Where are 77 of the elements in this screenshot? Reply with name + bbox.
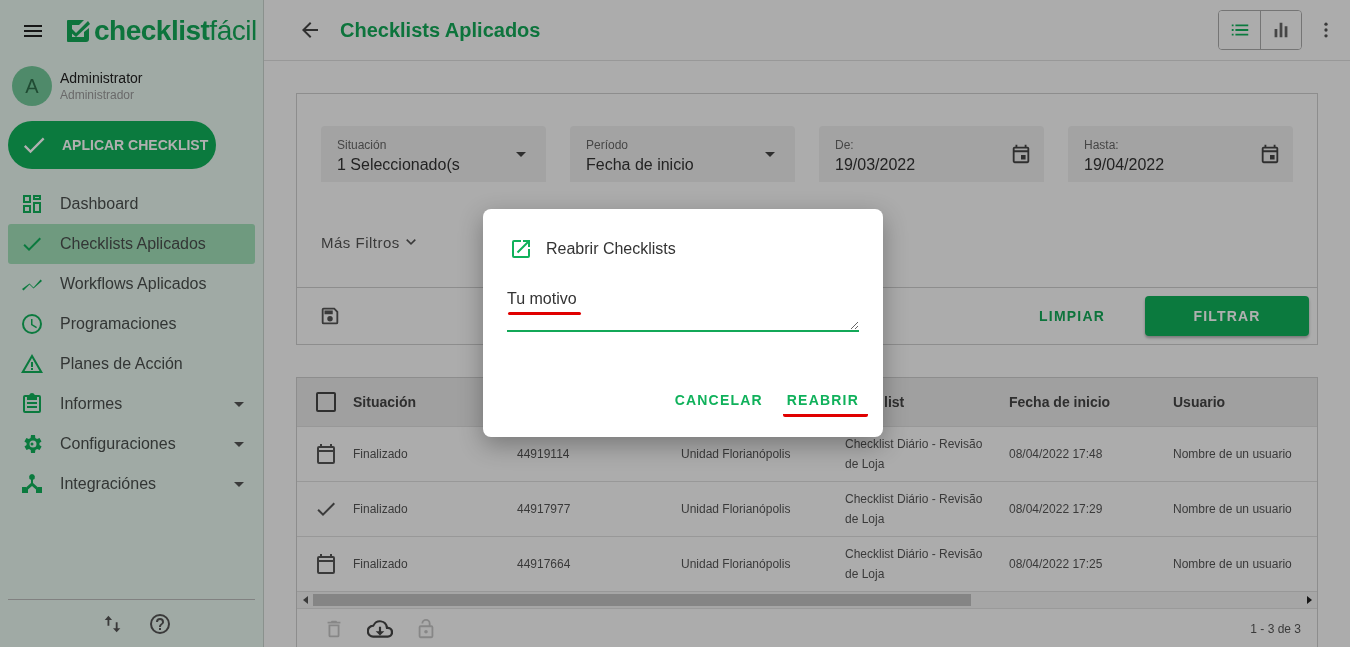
table-cell: Checklist Diário - Revisão de Loja: [845, 547, 983, 582]
nav-item[interactable]: Dashboard: [8, 184, 255, 224]
clipboard-icon: [20, 392, 44, 416]
field-label: Situación: [337, 137, 388, 152]
page-title: Checklists Aplicados: [340, 18, 542, 42]
warning-icon: [20, 352, 44, 376]
table-cell: 44917664: [517, 557, 571, 572]
table-cell: Finalizado: [353, 447, 408, 462]
nav-item[interactable]: Informes: [8, 384, 255, 424]
field-value: 19/04/2022: [1084, 155, 1165, 174]
logo-icon: [65, 18, 91, 44]
table-cell: Unidad Florianópolis: [681, 447, 791, 462]
field-label: De:: [835, 137, 855, 152]
table-cell: Finalizado: [353, 502, 408, 517]
caret-down-icon: [234, 481, 244, 487]
nav-item[interactable]: Workflows Aplicados: [8, 264, 255, 304]
help-icon[interactable]: [147, 611, 172, 636]
nav-item[interactable]: Integraciónes: [8, 464, 255, 504]
open-external-icon: [509, 237, 533, 261]
cancel-button[interactable]: CANCELAR: [670, 386, 772, 417]
logo-text: checklistfácil: [94, 15, 257, 47]
dialog-title: Reabrir Checklists: [546, 240, 676, 258]
table-cell: 08/04/2022 17:48: [1009, 447, 1103, 462]
field-value: 1 Seleccionado(s: [337, 155, 460, 174]
table-cell: Unidad Florianópolis: [681, 557, 791, 572]
clock-icon: [20, 312, 44, 336]
user-avatar: A: [12, 66, 52, 106]
table-cell: Checklist Diário - Revisão de Loja: [845, 492, 983, 527]
caret-down-icon: [234, 441, 244, 447]
field-label: Período: [586, 137, 630, 152]
table-cell: Unidad Florianópolis: [681, 502, 791, 517]
table-cell: 44917977: [517, 502, 571, 517]
network-icon: [20, 472, 44, 496]
calendar-icon: [1010, 143, 1032, 166]
dashboard-icon: [20, 192, 44, 216]
column-header[interactable]: Fecha de inicio: [1009, 394, 1111, 411]
scroll-left-arrow-icon[interactable]: [303, 596, 308, 605]
chevron-down-icon: [405, 239, 416, 246]
column-header[interactable]: Usuario: [1173, 394, 1226, 411]
column-header[interactable]: list: [884, 394, 905, 411]
user-role: Administrador: [60, 88, 136, 102]
nav-item[interactable]: Configuraciones: [8, 424, 255, 464]
table-cell: Nombre de un usuario: [1173, 447, 1292, 462]
table-cell: Nombre de un usuario: [1173, 557, 1292, 572]
calendar-icon: [314, 442, 338, 467]
view-toggle[interactable]: [1260, 11, 1301, 50]
nav-item[interactable]: Checklists Aplicados: [8, 224, 255, 264]
column-header[interactable]: Situación: [353, 394, 416, 411]
caret-down-icon: [234, 401, 244, 407]
date-field[interactable]: De: 19/03/2022: [819, 126, 1044, 183]
table-cell: 08/04/2022 17:25: [1009, 557, 1103, 572]
horizontal-scrollbar[interactable]: [297, 591, 1317, 609]
select-all-checkbox[interactable]: [316, 392, 336, 413]
user-name: Administrator: [60, 70, 143, 86]
table-cell: Checklist Diário - Revisão de Loja: [845, 437, 983, 472]
nav-item[interactable]: Programaciones: [8, 304, 255, 344]
table-cell: Nombre de un usuario: [1173, 502, 1292, 517]
reason-field[interactable]: Tu motivo: [507, 290, 859, 332]
date-field[interactable]: Hasta: 19/04/2022: [1068, 126, 1293, 183]
nav-item[interactable]: Planes de Acción: [8, 344, 255, 384]
select-field[interactable]: Período Fecha de inicio: [570, 126, 795, 183]
table-cell: 44919114: [517, 447, 570, 462]
field-value: 19/03/2022: [835, 155, 916, 174]
dropdown-caret-icon: [516, 151, 526, 157]
field-label: Hasta:: [1084, 137, 1120, 152]
more-filters-toggle[interactable]: Más Filtros: [321, 230, 416, 255]
table-cell: 08/04/2022 17:29: [1009, 502, 1103, 517]
clear-button[interactable]: LIMPIAR: [1031, 300, 1113, 333]
field-value: Fecha de inicio: [586, 155, 694, 174]
calendar-icon: [1259, 143, 1281, 166]
calendar-icon: [314, 552, 338, 577]
table-cell: Finalizado: [353, 557, 408, 572]
dropdown-caret-icon: [765, 151, 775, 157]
scroll-right-arrow-icon[interactable]: [1307, 596, 1312, 605]
reopen-button[interactable]: REABRIR: [782, 386, 868, 417]
select-field[interactable]: Situación 1 Seleccionado(s: [321, 126, 546, 183]
pagination-text: 1 - 3 de 3: [1250, 622, 1301, 637]
